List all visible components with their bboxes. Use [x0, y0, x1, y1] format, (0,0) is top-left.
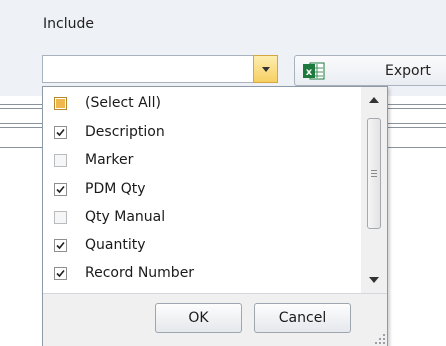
- include-combo-dropdown-button[interactable]: [253, 55, 278, 83]
- checklist-item-select-all[interactable]: (Select All): [43, 89, 361, 117]
- checklist-item-record-number[interactable]: Record Number: [43, 259, 361, 287]
- export-button-label: Export: [385, 63, 431, 79]
- grip-line: [371, 170, 377, 171]
- checklist-item-label: Marker: [85, 152, 134, 168]
- vertical-scrollbar[interactable]: [361, 87, 387, 293]
- checklist-item-qty-manual[interactable]: Qty Manual: [43, 203, 361, 231]
- scroll-down-button[interactable]: [361, 269, 387, 291]
- export-button[interactable]: x Export: [294, 55, 446, 86]
- scroll-up-button[interactable]: [361, 89, 387, 111]
- ok-button[interactable]: OK: [155, 303, 242, 333]
- checklist-item-pdm-qty[interactable]: PDM Qty: [43, 175, 361, 203]
- checkmark-icon: [56, 128, 65, 136]
- cancel-button[interactable]: Cancel: [254, 303, 351, 333]
- checklist-item-label: PDM Qty: [85, 181, 146, 197]
- chevron-down-icon: [261, 66, 270, 72]
- popup-footer: OK Cancel: [43, 293, 387, 346]
- checkbox-unchecked[interactable]: [54, 210, 67, 224]
- checklist-item-description[interactable]: Description: [43, 118, 361, 146]
- checkbox-checked[interactable]: [54, 238, 67, 252]
- checklist-item-label: Quantity: [85, 237, 146, 253]
- checklist-item-label: (Select All): [85, 95, 161, 111]
- checklist-item-label: Description: [85, 124, 165, 140]
- excel-icon: x: [303, 62, 325, 80]
- checkmark-icon: [56, 241, 65, 249]
- arrow-down-icon: [369, 277, 379, 283]
- checklist-item-marker[interactable]: Marker: [43, 146, 361, 174]
- checkbox-checked[interactable]: [54, 182, 67, 196]
- checklist-item-label: Record Number: [85, 265, 195, 281]
- include-label: Include: [43, 16, 94, 32]
- checkbox-unchecked[interactable]: [54, 153, 67, 167]
- resize-grip-icon[interactable]: [373, 332, 385, 344]
- checkbox-checked[interactable]: [54, 266, 67, 280]
- checklist-item-quantity[interactable]: Quantity: [43, 231, 361, 259]
- grip-line: [371, 176, 377, 177]
- include-combo-input[interactable]: [42, 55, 253, 83]
- checklist: (Select All) Description Marker PDM Qty …: [43, 87, 361, 293]
- checkmark-icon: [56, 269, 65, 277]
- checkbox-indeterminate[interactable]: [54, 96, 67, 110]
- grip-line: [371, 173, 377, 174]
- svg-text:x: x: [306, 67, 313, 78]
- checkmark-icon: [56, 185, 65, 193]
- checkbox-checked[interactable]: [54, 125, 67, 139]
- scroll-thumb[interactable]: [367, 118, 381, 229]
- arrow-up-icon: [369, 97, 379, 103]
- include-checklist-popup: (Select All) Description Marker PDM Qty …: [42, 86, 388, 346]
- checklist-item-label: Qty Manual: [85, 209, 166, 225]
